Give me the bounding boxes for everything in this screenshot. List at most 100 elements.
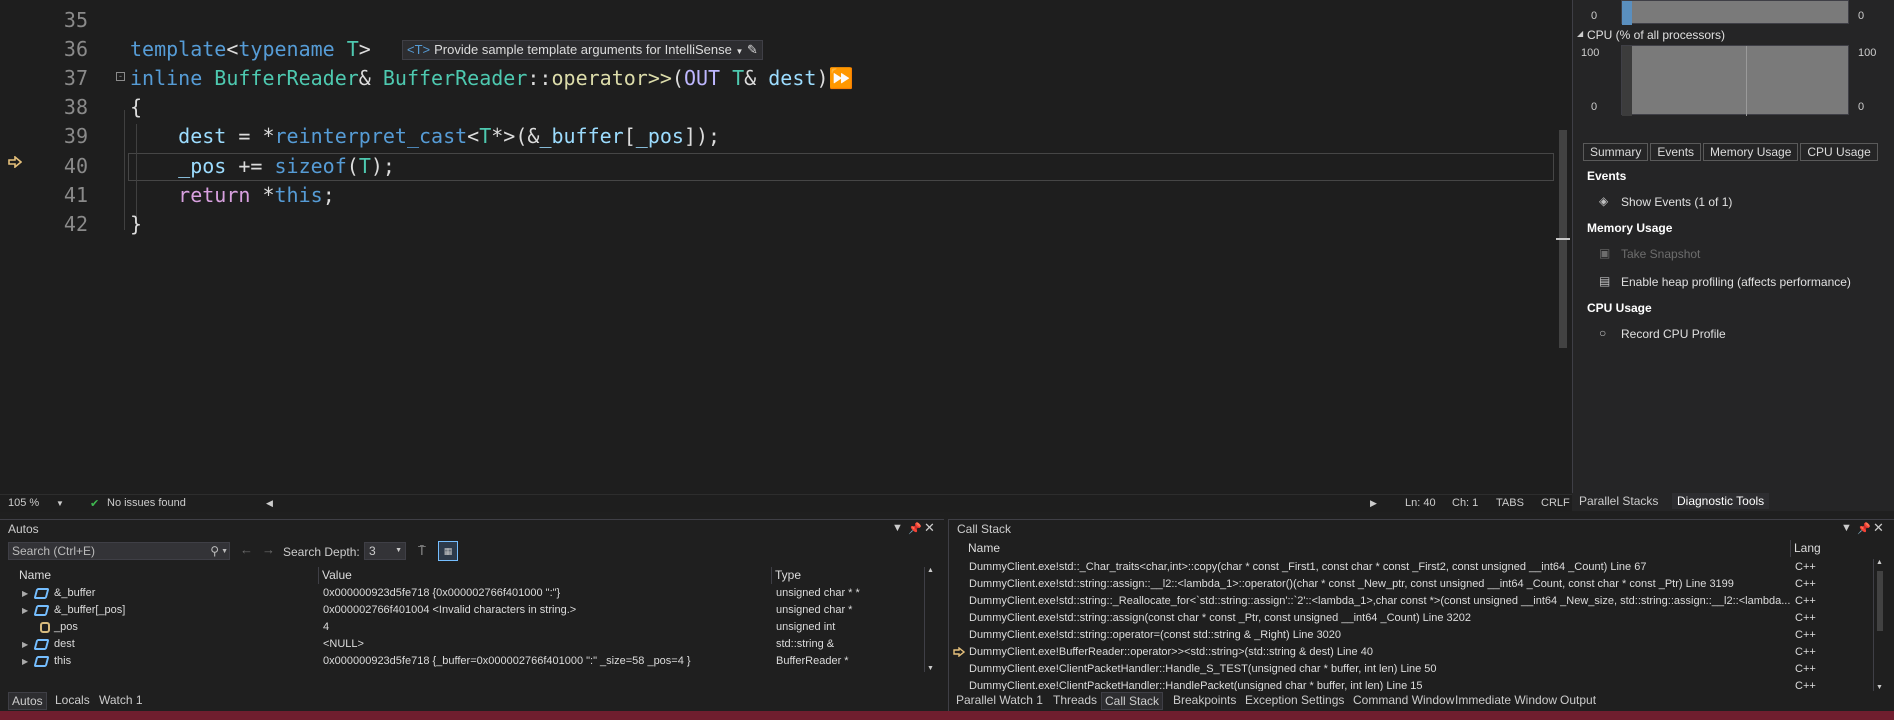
stack-frame[interactable]: DummyClient.exe!ClientPacketHandler::Han…: [969, 678, 1871, 691]
tab-call-stack[interactable]: Call Stack: [1101, 692, 1164, 710]
variable-value[interactable]: 4: [323, 619, 329, 636]
code-line-42[interactable]: 42 }: [0, 210, 1545, 239]
variable-value[interactable]: <NULL>: [323, 636, 364, 653]
pencil-icon[interactable]: ✎: [747, 42, 758, 57]
tab-locals[interactable]: Locals: [52, 692, 93, 708]
scroll-thumb[interactable]: [1877, 571, 1883, 631]
heap-profiling-toggle[interactable]: Enable heap profiling (affects performan…: [1621, 275, 1851, 289]
forward-arrow-icon[interactable]: →: [262, 542, 275, 557]
stack-frame[interactable]: DummyClient.exe!std::string::assign(cons…: [969, 610, 1871, 627]
expand-icon[interactable]: ▶: [22, 653, 28, 670]
stack-frame[interactable]: DummyClient.exe!std::string::operator=(c…: [969, 627, 1871, 644]
code-line-41[interactable]: 41 return *this;: [0, 181, 1545, 210]
pin-column-icon[interactable]: ⍑: [418, 543, 426, 559]
show-events-link[interactable]: Show Events (1 of 1): [1621, 195, 1732, 209]
table-row[interactable]: _pos 4 unsigned int: [8, 619, 928, 636]
take-snapshot-button[interactable]: Take Snapshot: [1621, 247, 1700, 261]
stack-frame-current[interactable]: DummyClient.exe!BufferReader::operator>>…: [969, 644, 1871, 661]
tab-summary[interactable]: Summary: [1583, 143, 1649, 161]
record-cpu-profile-button[interactable]: Record CPU Profile: [1621, 327, 1726, 341]
collapse-triangle-icon[interactable]: ◢: [1577, 29, 1583, 38]
column-header-name[interactable]: Name: [16, 567, 319, 584]
stack-frame[interactable]: DummyClient.exe!std::string::assign::__l…: [969, 576, 1871, 593]
tab-autos[interactable]: Autos: [8, 692, 47, 710]
code-line-38[interactable]: 38 {: [0, 93, 1545, 122]
code-line-37[interactable]: 37 - inline BufferReader& BufferReader::…: [0, 64, 1545, 93]
tab-exception-settings[interactable]: Exception Settings: [1242, 692, 1347, 708]
search-input[interactable]: Search (Ctrl+E) ⚲ ▼: [8, 542, 230, 560]
scroll-down-icon[interactable]: ▼: [1876, 684, 1883, 691]
collapse-icon[interactable]: -: [116, 72, 125, 81]
tab-watch-1[interactable]: Watch 1: [96, 692, 146, 708]
editor-status-bar: 105 % ▼ ✔ No issues found ◀ ▶ Ln: 40 Ch:…: [0, 494, 1572, 512]
expand-icon[interactable]: ▶: [22, 636, 28, 653]
scroll-up-icon[interactable]: ▲: [927, 567, 934, 574]
dropdown-icon[interactable]: ▼: [1841, 522, 1852, 534]
code-editor[interactable]: 35 36 template<typename T> 37 - inline B…: [0, 0, 1562, 494]
chevron-down-icon[interactable]: ▼: [735, 47, 743, 56]
table-row[interactable]: ▶ this 0x000000923d5fe718 {_buffer=0x000…: [8, 653, 928, 670]
search-icon[interactable]: ⚲: [210, 543, 219, 559]
stack-frame[interactable]: DummyClient.exe!std::string::_Reallocate…: [969, 593, 1871, 610]
column-header-name[interactable]: Name: [965, 540, 1791, 557]
column-header-language[interactable]: Lang: [1791, 540, 1871, 557]
stack-frame[interactable]: DummyClient.exe!std::_Char_traits<char,i…: [969, 559, 1871, 576]
tab-parallel-watch-1[interactable]: Parallel Watch 1: [953, 692, 1046, 708]
code-line-40[interactable]: 40 _pos += sizeof(T);: [0, 152, 1545, 181]
tab-output[interactable]: Output: [1557, 692, 1599, 708]
table-row[interactable]: ▶ &_buffer 0x000000923d5fe718 {0x0000027…: [8, 585, 928, 602]
table-row[interactable]: ▶ dest <NULL> std::string &: [8, 636, 928, 653]
code-line-35[interactable]: 35: [0, 6, 1545, 35]
scroll-left-icon[interactable]: ◀: [266, 498, 273, 509]
variable-value[interactable]: 0x000000923d5fe718 {0x000002766f401000 "…: [323, 585, 560, 602]
chevron-down-icon[interactable]: ▼: [56, 499, 64, 508]
issues-status[interactable]: No issues found: [107, 497, 186, 509]
tab-memory-usage[interactable]: Memory Usage: [1703, 143, 1799, 161]
expand-icon[interactable]: ▶: [22, 602, 28, 619]
pin-icon[interactable]: 📌: [1857, 522, 1871, 535]
close-icon[interactable]: ✕: [1873, 520, 1884, 536]
column-header-type[interactable]: Type: [772, 567, 922, 584]
camera-icon: ▣: [1599, 246, 1611, 260]
tab-threads[interactable]: Threads: [1050, 692, 1100, 708]
line-number: 42: [63, 212, 88, 236]
line-indicator[interactable]: Ln: 40: [1405, 497, 1436, 509]
dropdown-icon[interactable]: ▼: [892, 522, 903, 534]
pin-icon[interactable]: 📌: [908, 522, 922, 535]
stack-frame[interactable]: DummyClient.exe!ClientPacketHandler::Han…: [969, 661, 1871, 678]
call-stack-vertical-scrollbar[interactable]: ▲ ▼: [1873, 559, 1885, 691]
call-stack-panel: Call Stack ▼ 📌 ✕ Name Lang DummyClient.e…: [948, 519, 1894, 711]
tab-parallel-stacks[interactable]: Parallel Stacks: [1574, 493, 1663, 509]
close-icon[interactable]: ✕: [924, 520, 935, 536]
search-depth-select[interactable]: 3 ▼: [364, 542, 406, 560]
template-args-hint[interactable]: <T> Provide sample template arguments for…: [402, 40, 763, 60]
scroll-up-icon[interactable]: ▲: [1876, 559, 1883, 566]
back-arrow-icon[interactable]: ←: [240, 542, 253, 557]
scroll-down-icon[interactable]: ▼: [927, 665, 934, 672]
table-row[interactable]: ▶ &_buffer[_pos] 0x000002766f401004 <Inv…: [8, 602, 928, 619]
hex-display-icon[interactable]: ▦: [438, 541, 458, 561]
call-stack-list[interactable]: DummyClient.exe!std::_Char_traits<char,i…: [949, 559, 1871, 691]
variable-value[interactable]: 0x000002766f401004 <Invalid characters i…: [323, 602, 576, 619]
code-line-39[interactable]: 39 dest = *reinterpret_cast<T*>(&_buffer…: [0, 122, 1545, 151]
tabs-indicator[interactable]: TABS: [1496, 497, 1524, 509]
chevron-down-icon[interactable]: ▼: [221, 544, 228, 560]
tab-command-window[interactable]: Command Window: [1350, 692, 1457, 708]
expand-icon[interactable]: ▶: [22, 585, 28, 602]
tab-diagnostic-tools[interactable]: Diagnostic Tools: [1672, 493, 1770, 509]
variable-value[interactable]: 0x000000923d5fe718 {_buffer=0x000002766f…: [323, 653, 691, 670]
tab-events[interactable]: Events: [1650, 143, 1702, 161]
scroll-right-icon[interactable]: ▶: [1370, 498, 1377, 509]
autos-vertical-scrollbar[interactable]: ▲ ▼: [924, 567, 936, 672]
eol-indicator[interactable]: CRLF: [1541, 497, 1570, 509]
editor-vertical-scrollbar[interactable]: [1556, 0, 1570, 494]
code-line-36[interactable]: 36 template<typename T>: [0, 35, 1545, 64]
tab-cpu-usage[interactable]: CPU Usage: [1800, 143, 1878, 161]
tab-breakpoints[interactable]: Breakpoints: [1170, 692, 1239, 708]
column-header-value[interactable]: Value: [319, 567, 772, 584]
zoom-level[interactable]: 105 %: [8, 497, 39, 509]
tab-immediate-window[interactable]: Immediate Window: [1452, 692, 1560, 708]
record-icon: ○: [1599, 326, 1607, 340]
column-indicator[interactable]: Ch: 1: [1452, 497, 1478, 509]
variable-type: std::string &: [776, 638, 835, 650]
